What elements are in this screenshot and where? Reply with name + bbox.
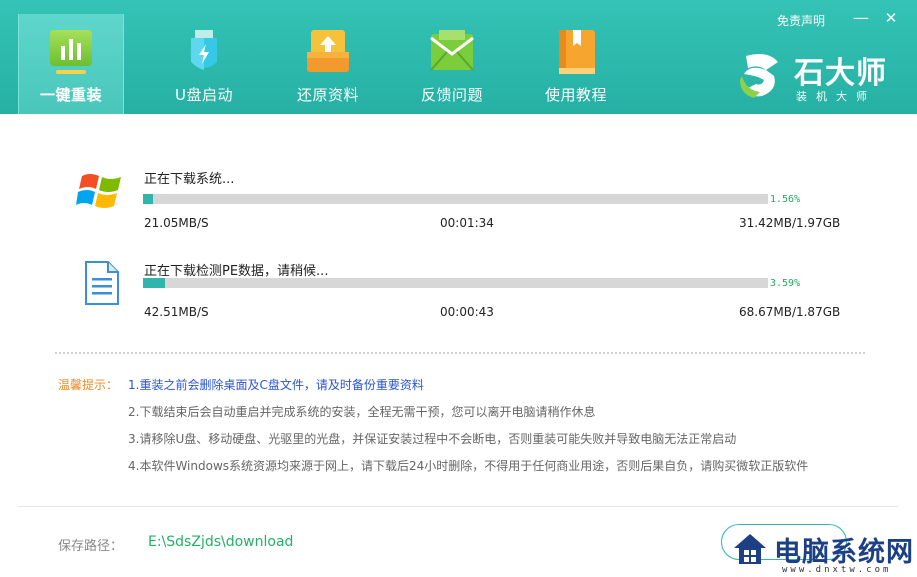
progress-percent: 1.56% [770, 194, 801, 205]
footer-divider [18, 506, 898, 507]
disclaimer-link[interactable]: 免责声明 [777, 12, 825, 29]
progress-bar [143, 194, 768, 204]
watermark: 电脑系统网 www.dnxtw.com [730, 526, 917, 577]
download-speed: 42.51MB/S [144, 305, 209, 319]
minimize-button[interactable]: — [851, 8, 871, 28]
tip-item: 3.请移除U盘、移动硬盘、光驱里的光盘，并保证安装过程中不会断电，否则重装可能失… [128, 432, 737, 446]
remaining-time: 00:01:34 [440, 216, 494, 230]
nav-one-click-reinstall[interactable]: 一键重装 [18, 14, 124, 114]
tip-item: 4.本软件Windows系统资源均来源于网上，请下载后24小时删除，不得用于任何… [128, 459, 809, 473]
tips-label: 温馨提示： [58, 378, 119, 392]
main-nav: 一键重装 U盘启动 还原资料 反馈问题 使用教程 [18, 14, 638, 114]
watermark-text: 电脑系统网 [774, 537, 914, 568]
brand-logo-icon [740, 54, 778, 98]
restore-box-icon [307, 30, 349, 72]
nav-label: 反馈问题 [420, 86, 483, 104]
watermark-url: www.dnxtw.com [782, 565, 892, 575]
progress-percent: 3.59% [770, 278, 801, 289]
mail-envelope-icon [430, 30, 474, 71]
progress-fill [143, 194, 153, 204]
usb-drive-icon [191, 30, 217, 70]
document-icon [85, 261, 119, 305]
downloaded-size: 68.67MB/1.87GB [739, 305, 841, 319]
windows-logo-icon [76, 174, 121, 208]
save-path-label: 保存路径： [58, 539, 124, 554]
download-row-pe: 正在下载检测PE数据，请稍候... 3.59% 42.51MB/S 00:00:… [0, 252, 917, 332]
dotted-divider [55, 352, 865, 354]
nav-tutorial[interactable]: 使用教程 [514, 14, 638, 114]
remaining-time: 00:00:43 [440, 305, 494, 319]
nav-usb-boot[interactable]: U盘启动 [142, 14, 266, 114]
progress-bar [143, 278, 768, 288]
nav-feedback[interactable]: 反馈问题 [390, 14, 514, 114]
save-path-link[interactable]: E:\SdsZjds\download [148, 534, 293, 550]
tip-item: 1.重装之前会删除桌面及C盘文件，请及时备份重要资料 [128, 378, 424, 392]
nav-label: 还原资料 [296, 86, 359, 104]
downloaded-size: 31.42MB/1.97GB [739, 216, 841, 230]
nav-label: 一键重装 [39, 86, 102, 104]
nav-label: 使用教程 [544, 86, 607, 104]
house-icon [734, 534, 766, 564]
nav-restore-data[interactable]: 还原资料 [266, 14, 390, 114]
download-speed: 21.05MB/S [144, 216, 209, 230]
bar-chart-icon [50, 30, 92, 74]
book-icon [559, 30, 595, 74]
header-bar: 一键重装 U盘启动 还原资料 反馈问题 使用教程 免责声明 — ✕ 石大师 装机… [0, 0, 917, 114]
download-title: 正在下载检测PE数据，请稍候... [144, 264, 329, 279]
brand-name: 石大师 [794, 56, 887, 91]
download-row-system: 正在下载系统... 1.56% 21.05MB/S 00:01:34 31.42… [0, 160, 917, 240]
brand: 石大师 装机大师 [738, 48, 908, 104]
nav-label: U盘启动 [175, 86, 233, 104]
brand-subtitle: 装机大师 [796, 90, 876, 103]
download-title: 正在下载系统... [144, 172, 235, 187]
progress-fill [143, 278, 166, 288]
tip-item: 2.下载结束后会自动重启并完成系统的安装，全程无需干预，您可以离开电脑请稍作休息 [128, 405, 596, 419]
close-button[interactable]: ✕ [881, 8, 901, 28]
